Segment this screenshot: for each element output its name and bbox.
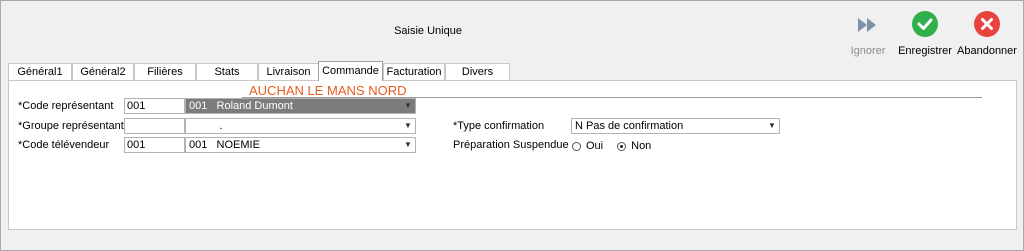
window-title: Saisie Unique	[394, 25, 462, 37]
window-frame: Saisie Unique Ignorer Enregistrer Abando…	[0, 0, 1024, 251]
code-televendeur-label: *Code télévendeur	[18, 139, 110, 151]
code-representant-input[interactable]: 001	[124, 98, 185, 114]
type-confirmation-combo[interactable]: N Pas de confirmation ▼	[571, 118, 780, 134]
cancel-button[interactable]: Abandonner	[955, 11, 1019, 57]
close-icon	[974, 11, 1000, 37]
type-confirmation-value: N Pas de confirmation	[575, 120, 684, 132]
radio-oui[interactable]	[572, 141, 581, 151]
groupe-representant-input[interactable]	[124, 118, 185, 134]
save-label: Enregistrer	[898, 45, 952, 57]
tab-facturation[interactable]: Facturation	[383, 63, 445, 80]
tab-filieres[interactable]: Filières	[134, 63, 196, 80]
chevron-down-icon: ▼	[404, 121, 412, 130]
groupe-representant-label: *Groupe représentant	[18, 120, 124, 132]
preparation-suspendue-radios: Oui Non	[572, 140, 665, 152]
chevron-down-icon: ▼	[404, 101, 412, 110]
radio-non[interactable]	[617, 141, 627, 151]
representant-combo[interactable]: 001 Roland Dumont ▼	[185, 98, 416, 114]
groupe-combo-value: .	[189, 120, 223, 132]
checkmark-icon	[912, 11, 938, 37]
tab-general2[interactable]: Général2	[72, 63, 134, 80]
groupe-combo[interactable]: . ▼	[185, 118, 416, 134]
commande-panel: AUCHAN LE MANS NORD *Code représentant 0…	[8, 80, 1017, 230]
tab-stats[interactable]: Stats	[196, 63, 258, 80]
tab-livraison[interactable]: Livraison	[258, 63, 319, 80]
chevron-down-icon: ▼	[768, 121, 776, 130]
chevron-down-icon: ▼	[404, 140, 412, 149]
televendeur-combo[interactable]: 001 NOEMIE ▼	[185, 137, 416, 153]
fast-forward-icon	[854, 11, 882, 39]
type-confirmation-label: *Type confirmation	[453, 120, 545, 132]
code-representant-label: *Code représentant	[18, 100, 114, 112]
radio-non-label[interactable]: Non	[631, 140, 651, 152]
client-name: AUCHAN LE MANS NORD	[249, 83, 407, 98]
ignore-label: Ignorer	[850, 45, 886, 57]
tab-divers[interactable]: Divers	[445, 63, 510, 80]
save-button[interactable]: Enregistrer	[893, 11, 957, 57]
tab-commande[interactable]: Commande	[318, 61, 383, 81]
radio-oui-label[interactable]: Oui	[586, 140, 603, 152]
code-televendeur-input[interactable]: 001	[124, 137, 185, 153]
cancel-label: Abandonner	[957, 45, 1017, 57]
tab-general1[interactable]: Général1	[8, 63, 72, 80]
representant-combo-value: 001 Roland Dumont	[189, 100, 293, 112]
ignore-button[interactable]: Ignorer	[836, 11, 900, 57]
televendeur-combo-value: 001 NOEMIE	[189, 139, 260, 151]
preparation-suspendue-label: Préparation Suspendue	[453, 139, 569, 151]
